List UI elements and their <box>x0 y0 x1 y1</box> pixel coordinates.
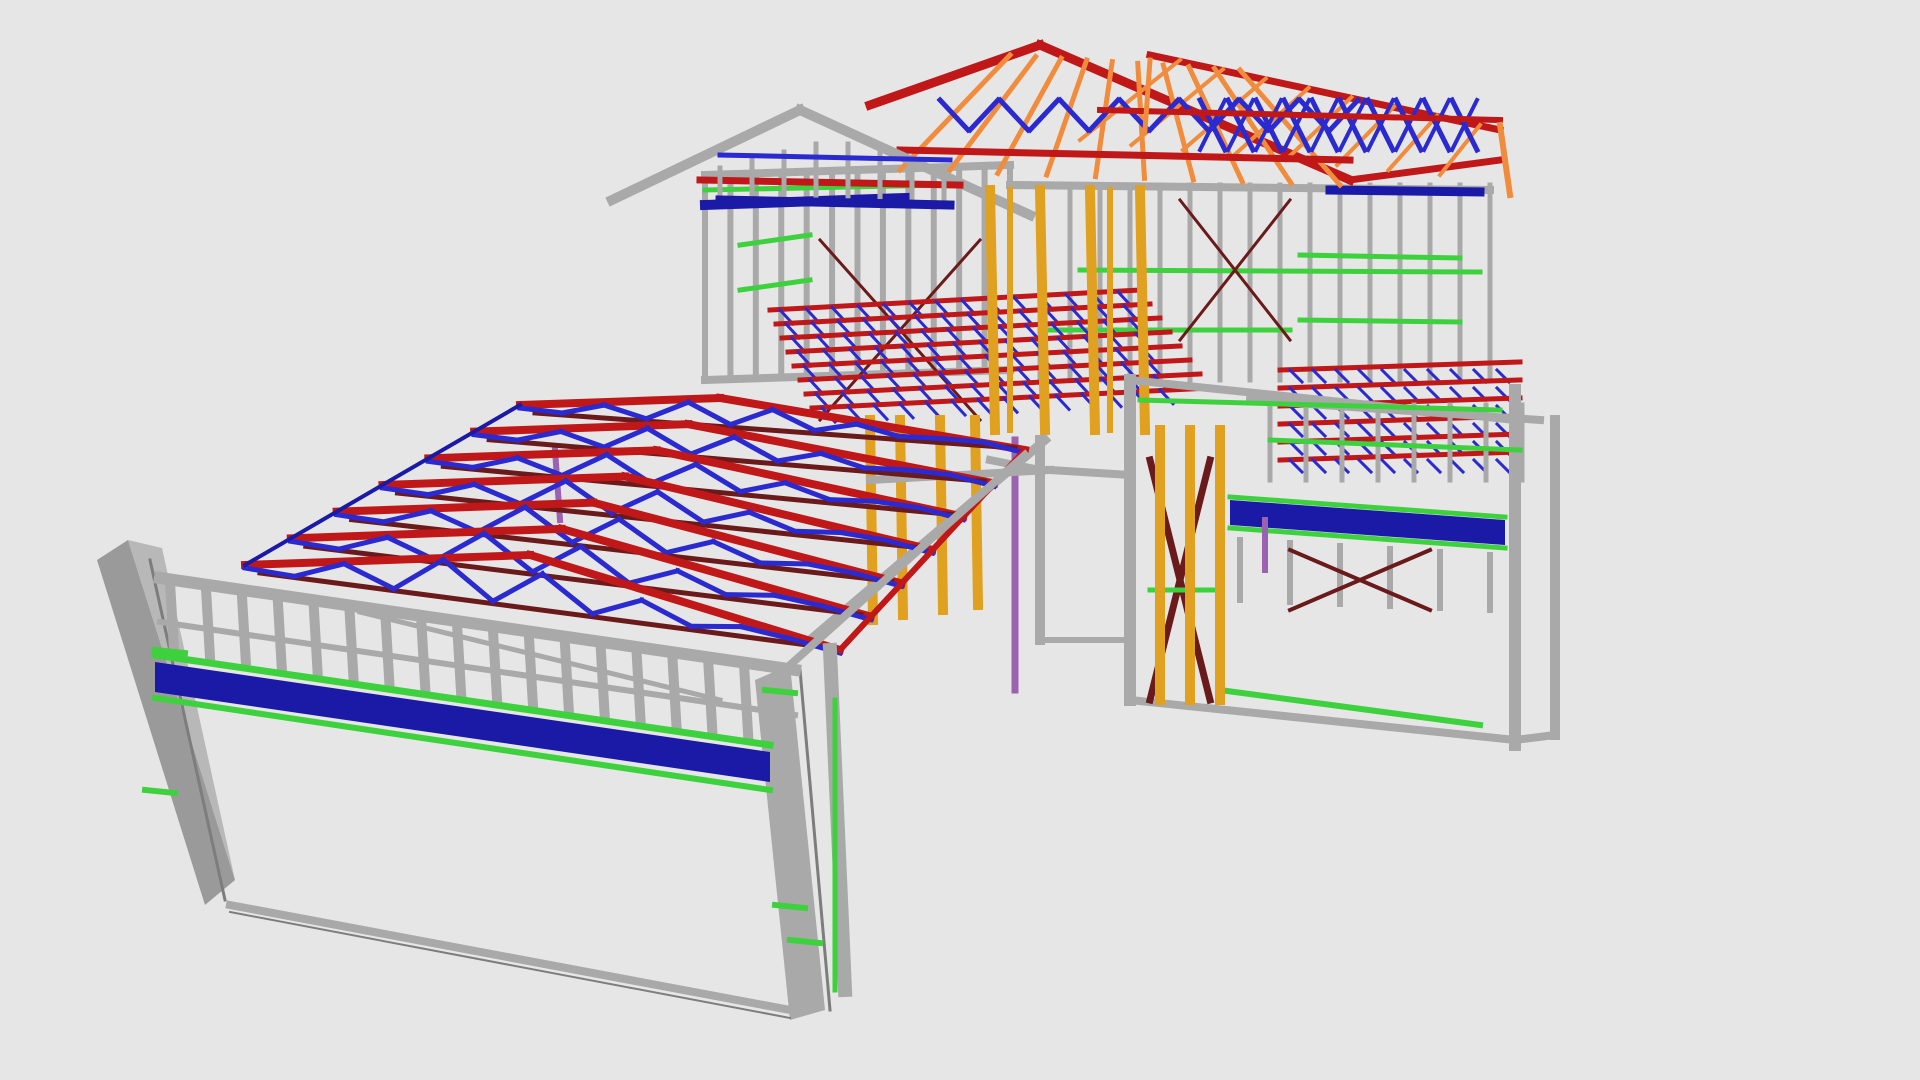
truss-web <box>757 560 811 567</box>
truss-web <box>333 511 387 525</box>
stud <box>272 592 287 672</box>
stud <box>595 640 610 719</box>
bottom-plate-edge <box>228 910 792 1020</box>
floor-joist-web <box>1310 367 1328 385</box>
floor-joist-web <box>1356 421 1374 439</box>
stud <box>380 608 395 688</box>
nogging <box>1297 317 1463 325</box>
truss-web <box>723 592 777 598</box>
truss-web <box>643 398 692 422</box>
truss-top-chord <box>240 550 535 570</box>
truss-web <box>811 421 860 434</box>
truss-web <box>700 509 753 526</box>
stud <box>631 645 646 725</box>
truss-web <box>727 406 776 428</box>
nogging <box>1297 252 1463 261</box>
post <box>1134 184 1151 436</box>
truss-web <box>938 435 986 445</box>
floor-joist-web <box>1425 421 1443 439</box>
floor-joist-web <box>1379 385 1397 403</box>
floor-joist-web <box>1402 385 1420 403</box>
truss-top-chord <box>470 420 693 436</box>
model-viewport[interactable] <box>0 0 1920 1080</box>
truss-top-chord <box>378 472 630 490</box>
stud <box>774 666 790 746</box>
floor-joist-web <box>1402 367 1420 385</box>
bottom-plate <box>1510 730 1560 745</box>
floor-joist-web <box>1448 457 1466 475</box>
truss-web <box>471 431 521 443</box>
stud <box>738 661 754 740</box>
lintel <box>715 195 955 210</box>
nogging <box>737 277 813 293</box>
floor-joist-web <box>1494 457 1512 475</box>
floor-joist-web <box>1310 421 1328 439</box>
truss-web <box>425 458 476 471</box>
floor-joist-web <box>1310 457 1328 475</box>
truss-web <box>626 567 681 587</box>
truss-web <box>996 96 1032 134</box>
floor-joist-web <box>1356 385 1374 403</box>
stud <box>523 629 539 709</box>
clip <box>151 646 189 657</box>
floor-joist-web <box>1379 421 1397 439</box>
floor-joist-web <box>871 403 890 422</box>
post <box>1034 184 1051 436</box>
stud <box>559 634 574 714</box>
post <box>1084 184 1101 436</box>
floor-joist-web <box>1379 367 1397 385</box>
truss-web <box>663 538 717 556</box>
truss-top-chord <box>424 446 661 463</box>
truss-web <box>390 556 447 593</box>
truss-web <box>589 597 645 617</box>
clip <box>786 936 824 947</box>
rafter <box>1142 57 1153 133</box>
truss-web <box>774 450 824 464</box>
truss-web <box>826 496 877 504</box>
clip <box>141 786 179 797</box>
stud <box>236 587 252 666</box>
beam <box>1045 465 1135 480</box>
steel-house-frame-3d-model <box>97 39 1560 1020</box>
clip <box>771 901 809 912</box>
roof-chord <box>864 39 1046 111</box>
floor-joist-web <box>923 400 942 419</box>
rafter <box>1160 61 1197 184</box>
truss-web <box>600 425 651 451</box>
truss-web <box>687 433 738 458</box>
floor-joist-web <box>1356 457 1374 475</box>
stud <box>344 603 359 682</box>
truss-web <box>896 433 944 442</box>
stud <box>164 576 180 656</box>
stud <box>308 597 323 677</box>
nogging <box>737 232 813 248</box>
main-roof-trusses <box>864 39 1514 199</box>
truss-web <box>517 405 565 416</box>
clip <box>761 686 799 697</box>
truss-bottom-chord <box>348 516 895 585</box>
truss-web <box>684 398 734 428</box>
floor-joist-web <box>1425 385 1443 403</box>
floor-joist-web <box>1425 457 1443 475</box>
truss-web <box>737 479 788 495</box>
truss-web <box>792 528 844 536</box>
truss-web <box>379 485 432 498</box>
bottom-plate <box>225 900 795 1015</box>
roof-chord <box>1346 156 1504 184</box>
stud <box>487 624 503 703</box>
lintel <box>1325 185 1485 197</box>
floor-joist-web <box>1379 457 1397 475</box>
truss-web <box>861 465 911 473</box>
stud <box>200 582 216 661</box>
truss-web <box>558 451 610 479</box>
rafter <box>1385 112 1440 173</box>
truss-web <box>489 570 546 605</box>
gable-chord <box>696 176 964 189</box>
post <box>984 184 1001 436</box>
